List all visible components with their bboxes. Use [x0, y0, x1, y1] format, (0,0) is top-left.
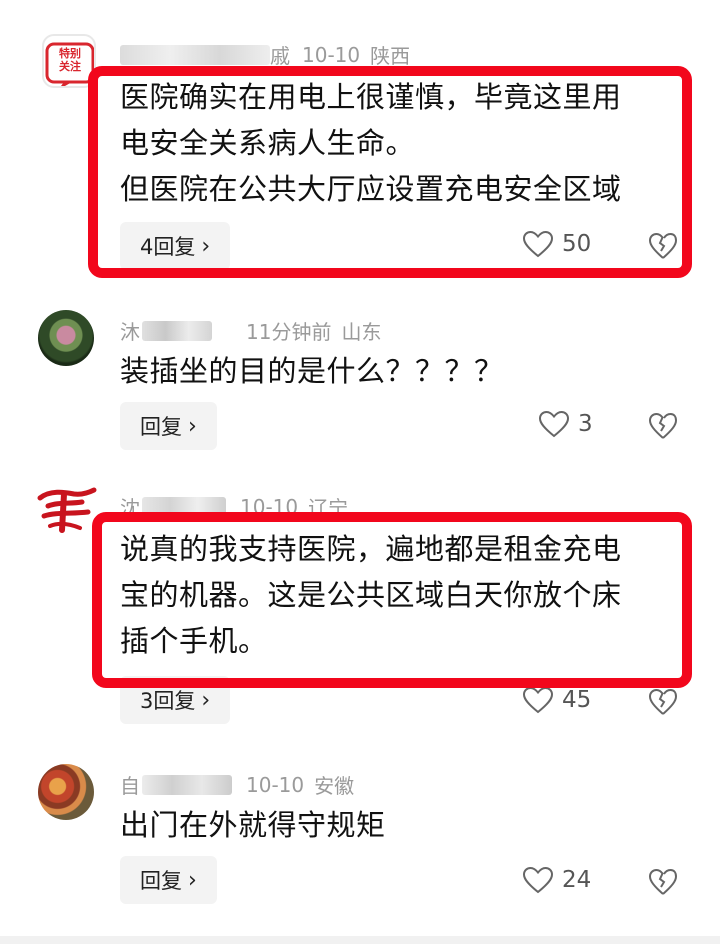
broken-heart-icon[interactable]	[648, 688, 678, 716]
username-blur	[142, 774, 232, 795]
comment-time: 10-10	[246, 772, 305, 797]
comment-line: 医院确实在用电上很谨慎，毕竟这里用	[120, 80, 622, 114]
like-button[interactable]: 45	[522, 686, 591, 714]
reply-label: 3回复	[140, 689, 196, 713]
avatar[interactable]	[38, 764, 94, 820]
comment-location: 辽宁	[308, 496, 349, 520]
avatar[interactable]: 特别 关注	[42, 34, 96, 88]
divider	[0, 936, 720, 944]
username-prefix[interactable]: 沈	[120, 492, 140, 521]
username-prefix[interactable]: 自	[120, 770, 140, 799]
comment-text: 医院确实在用电上很谨慎，毕竟这里用 电安全关系病人生命。 但医院在公共大厅应设置…	[120, 74, 680, 212]
avatar[interactable]	[34, 486, 98, 536]
like-button[interactable]: 3	[538, 410, 593, 438]
comment-location: 山东	[341, 320, 382, 344]
broken-heart-icon[interactable]	[648, 412, 678, 440]
heart-icon	[538, 410, 570, 438]
badge-line-1: 特别	[59, 47, 81, 60]
comment-line: 插个手机。	[120, 624, 268, 658]
reply-label: 回复	[140, 869, 182, 893]
like-button[interactable]: 24	[522, 866, 591, 894]
chevron-right-icon: ›	[201, 233, 211, 259]
comment-list: 特别 关注 戚 10-10 陕西 医院确实在用电上很谨慎，毕竟这里用 电安全关系…	[0, 0, 720, 944]
reply-button[interactable]: 回复 ›	[120, 856, 217, 904]
chevron-right-icon: ›	[188, 413, 197, 439]
avatar[interactable]	[38, 310, 94, 366]
like-count: 50	[562, 231, 592, 257]
like-count: 3	[578, 411, 593, 437]
comment-time: 10-10	[240, 494, 299, 519]
comment-text: 说真的我支持医院，遍地都是租金充电 宝的机器。这是公共区域白天你放个床 插个手机…	[120, 526, 680, 664]
comment-meta: 自 10-10 安徽	[120, 770, 354, 799]
comment-location: 陕西	[370, 44, 411, 68]
comment-line: 装插坐的目的是什么？？？？	[120, 354, 504, 388]
comment-line: 电安全关系病人生命。	[120, 126, 416, 160]
comment-meta: 戚 10-10 陕西	[120, 40, 410, 69]
reply-label: 回复	[140, 415, 182, 439]
calligraphy-logo-icon	[37, 487, 97, 533]
chevron-right-icon: ›	[188, 867, 197, 893]
broken-heart-icon[interactable]	[648, 868, 678, 896]
heart-icon	[522, 866, 554, 894]
like-button[interactable]: 50	[522, 230, 591, 258]
comment-meta: 沐 11分钟前 山东	[120, 316, 381, 345]
comment-text: 出门在外就得守规矩	[120, 802, 680, 848]
username-prefix[interactable]: 沐	[120, 316, 140, 345]
comment-text: 装插坐的目的是什么？？？？	[120, 348, 680, 394]
badge-line-2: 关注	[59, 60, 81, 73]
username-blur	[120, 44, 270, 65]
comment-location: 安徽	[314, 774, 355, 798]
like-count: 24	[562, 867, 592, 893]
username-blur	[142, 496, 226, 517]
heart-icon	[522, 686, 554, 714]
reply-label: 4回复	[140, 235, 196, 259]
username-blur	[142, 320, 212, 341]
comment-line: 但医院在公共大厅应设置充电安全区域	[120, 172, 622, 206]
comment-time: 10-10	[302, 42, 361, 67]
username-suffix[interactable]: 戚	[270, 40, 290, 69]
reply-button[interactable]: 3回复 ›	[120, 676, 231, 724]
chevron-right-icon: ›	[201, 687, 211, 713]
comment-time: 11分钟前	[246, 320, 332, 344]
comment-meta: 沈 10-10 辽宁	[120, 492, 348, 521]
heart-icon	[522, 230, 554, 258]
comment-line: 出门在外就得守规矩	[120, 808, 386, 842]
reply-button[interactable]: 4回复 ›	[120, 222, 231, 270]
comment-line: 说真的我支持医院，遍地都是租金充电	[120, 532, 622, 566]
like-count: 45	[562, 687, 592, 713]
broken-heart-icon[interactable]	[648, 232, 678, 260]
reply-button[interactable]: 回复 ›	[120, 402, 217, 450]
comment-line: 宝的机器。这是公共区域白天你放个床	[120, 578, 622, 612]
